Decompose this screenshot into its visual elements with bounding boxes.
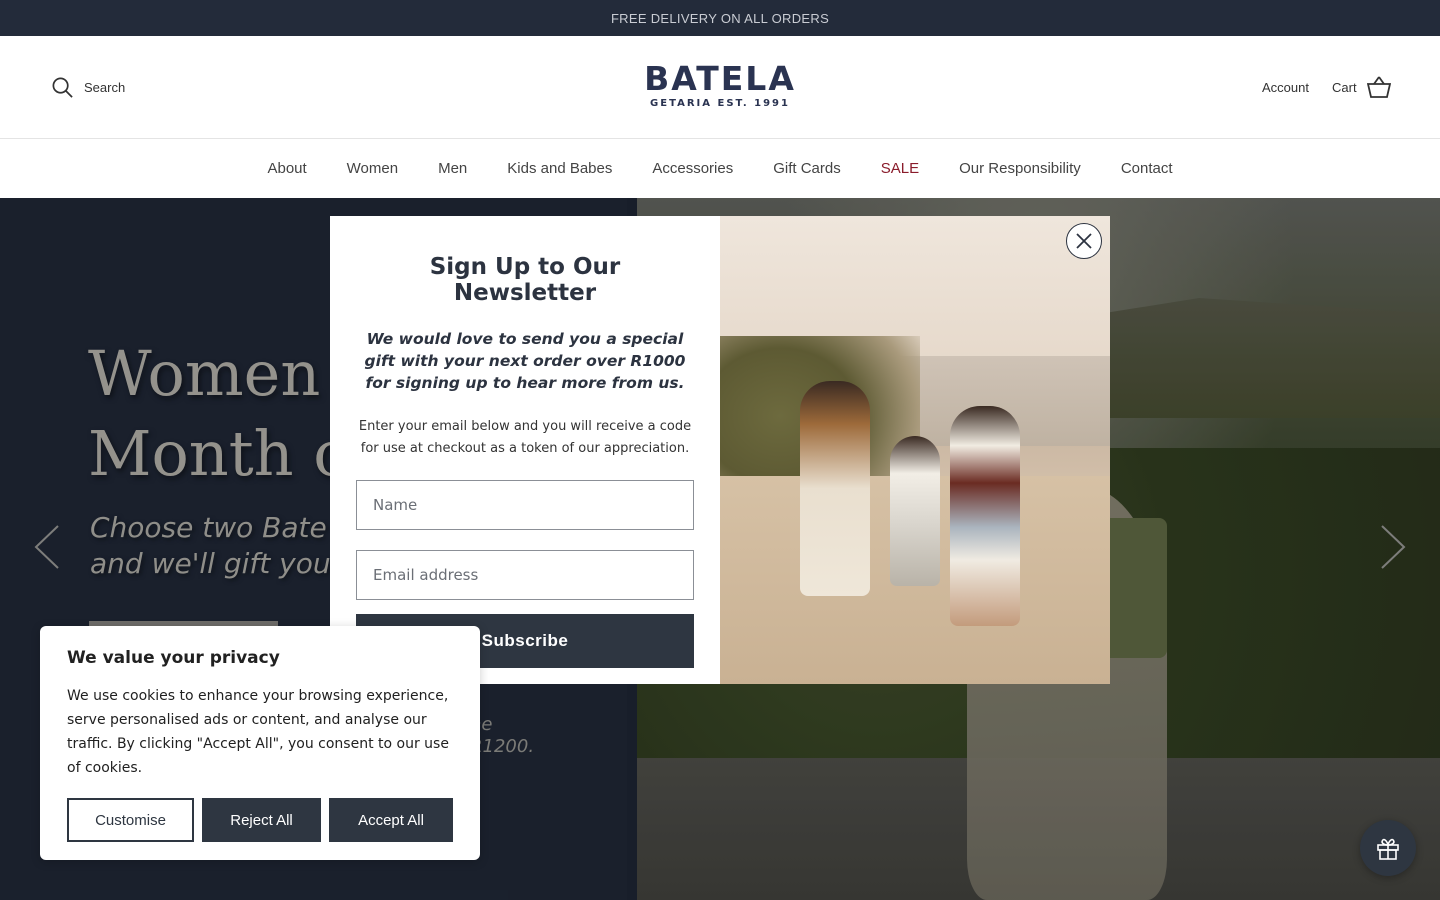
logo-tagline: GETARIA EST. 1991 bbox=[650, 98, 790, 109]
nav-item-gift-cards[interactable]: Gift Cards bbox=[773, 160, 841, 177]
cookie-text: We use cookies to enhance your browsing … bbox=[67, 688, 449, 776]
logo-wordmark: BATELA bbox=[644, 59, 796, 98]
site-logo[interactable]: BATELA GETARIA EST. 1991 bbox=[620, 59, 820, 110]
announcement-text: FREE DELIVERY ON ALL ORDERS bbox=[610, 10, 830, 26]
cart-label: Cart bbox=[1332, 79, 1357, 95]
newsletter-modal: Sign Up to Our Newsletter We would love … bbox=[330, 216, 1110, 684]
gift-icon bbox=[1377, 838, 1399, 860]
cookie-title: We value your privacy bbox=[67, 648, 280, 668]
main-nav: About Women Men Kids and Babes Accessori… bbox=[0, 139, 1440, 198]
search-icon bbox=[52, 77, 73, 98]
nav-item-contact[interactable]: Contact bbox=[1121, 160, 1173, 177]
close-modal-button[interactable] bbox=[1066, 223, 1102, 259]
newsletter-form-panel: Sign Up to Our Newsletter We would love … bbox=[330, 216, 720, 684]
reject-all-button[interactable]: Reject All bbox=[202, 798, 321, 842]
name-field[interactable]: Name bbox=[356, 480, 694, 530]
accept-all-button[interactable]: Accept All bbox=[329, 798, 453, 842]
nav-item-our-responsibility[interactable]: Our Responsibility bbox=[959, 160, 1081, 177]
site-header: Search BATELA GETARIA EST. 1991 Account … bbox=[0, 36, 1440, 139]
nav-item-accessories[interactable]: Accessories bbox=[652, 160, 733, 177]
newsletter-title: Sign Up to Our Newsletter bbox=[429, 254, 621, 306]
basket-icon bbox=[1366, 76, 1391, 98]
nav-item-women[interactable]: Women bbox=[347, 160, 398, 177]
search-button[interactable]: Search bbox=[51, 76, 125, 99]
rewards-launcher-button[interactable] bbox=[1360, 820, 1416, 876]
nav-item-sale[interactable]: SALE bbox=[881, 160, 919, 177]
close-icon bbox=[1076, 233, 1092, 249]
newsletter-image bbox=[720, 216, 1110, 684]
announcement-bar: FREE DELIVERY ON ALL ORDERS bbox=[0, 0, 1440, 36]
cookie-banner: We value your privacy We use cookies to … bbox=[40, 626, 480, 860]
account-link[interactable]: Account bbox=[1262, 80, 1309, 95]
nav-item-kids-and-babes[interactable]: Kids and Babes bbox=[507, 160, 612, 177]
nav-item-men[interactable]: Men bbox=[438, 160, 467, 177]
newsletter-lead: We would love to send you a special gift… bbox=[364, 330, 686, 392]
email-placeholder: Email address bbox=[373, 566, 479, 584]
newsletter-description: Enter your email below and you will rece… bbox=[358, 419, 692, 456]
name-placeholder: Name bbox=[373, 496, 418, 514]
cookie-actions: Customise Reject All Accept All bbox=[67, 798, 453, 842]
search-label: Search bbox=[84, 80, 126, 95]
email-field[interactable]: Email address bbox=[356, 550, 694, 600]
customise-button[interactable]: Customise bbox=[67, 798, 194, 842]
nav-item-about[interactable]: About bbox=[267, 160, 306, 177]
cart-link[interactable]: Cart bbox=[1332, 76, 1391, 98]
